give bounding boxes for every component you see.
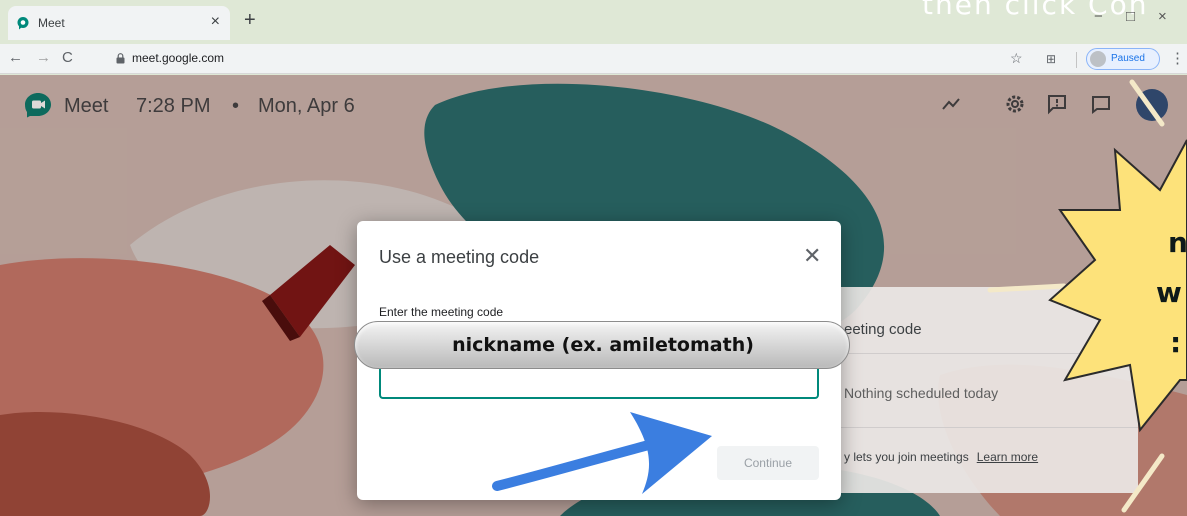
starburst-text-line2: w	[1156, 276, 1182, 309]
meet-landing-page: Meet 7:28 PM • Mon, Apr 6 eeting code No…	[0, 75, 1187, 516]
tab-close-button[interactable]: ×	[211, 13, 220, 31]
browser-tab-meet[interactable]: Meet ×	[8, 6, 230, 40]
profile-paused-chip[interactable]: Paused	[1086, 48, 1160, 70]
profile-avatar-icon	[1090, 51, 1106, 67]
info-text-body: y lets you join meetings	[844, 450, 969, 464]
instruction-banner-text: nickname (ex. amiletomath)	[452, 334, 754, 356]
maximize-button[interactable]: □	[1126, 8, 1135, 25]
info-text: y lets you join meetings Learn more	[844, 450, 1038, 464]
schedule-status: Nothing scheduled today	[844, 385, 999, 401]
lock-icon	[116, 53, 125, 64]
tab-title: Meet	[38, 16, 65, 30]
instruction-banner: nickname (ex. amiletomath)	[354, 321, 850, 369]
address-bar[interactable]: meet.google.com	[132, 51, 224, 65]
meeting-code-row[interactable]: eeting code	[844, 321, 922, 338]
new-tab-button[interactable]: +	[244, 10, 256, 30]
bookmark-star-icon[interactable]: ☆	[1010, 50, 1023, 67]
reload-icon[interactable]: C	[62, 49, 73, 66]
close-icon[interactable]: ✕	[803, 243, 821, 269]
forward-arrow-icon[interactable]: →	[36, 49, 51, 66]
close-window-button[interactable]: ×	[1158, 8, 1167, 25]
starburst-text-line1: n	[1168, 226, 1187, 259]
extensions-grid-icon[interactable]: ⊞	[1046, 52, 1056, 66]
minimize-button[interactable]: −	[1094, 8, 1103, 25]
toolbar-divider	[1076, 52, 1077, 68]
overlay-headline-fragment: then click Con	[922, 0, 1149, 21]
continue-button[interactable]: Continue	[717, 446, 819, 480]
meeting-code-label: Enter the meeting code	[379, 305, 504, 319]
dialog-title: Use a meeting code	[379, 247, 540, 267]
tab-strip: then click Con Meet × + − □ ×	[0, 0, 1187, 44]
starburst-text-line3: :	[1170, 326, 1182, 359]
back-arrow-icon[interactable]: ←	[8, 49, 23, 66]
meet-favicon-icon	[17, 17, 29, 30]
browser-menu-icon[interactable]: ⋮	[1170, 49, 1185, 67]
learn-more-link[interactable]: Learn more	[977, 450, 1038, 464]
browser-toolbar: ← → C meet.google.com ☆ ⊞ Paused ⋮	[0, 44, 1187, 74]
profile-status-label: Paused	[1111, 53, 1145, 64]
